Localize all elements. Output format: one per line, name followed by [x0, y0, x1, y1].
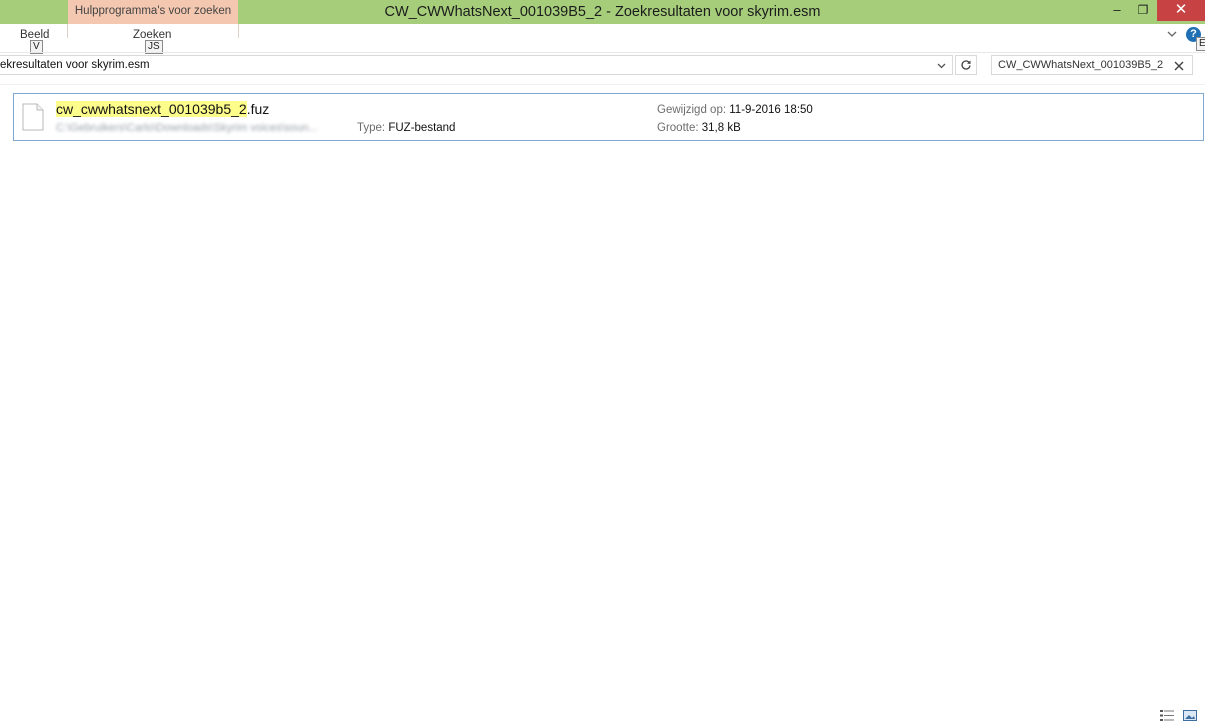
- file-size-label: Grootte:: [657, 122, 699, 134]
- refresh-button[interactable]: [955, 55, 977, 75]
- address-dropdown-icon[interactable]: [937, 61, 946, 72]
- details-view-icon[interactable]: [1160, 710, 1174, 721]
- clear-search-icon[interactable]: [1174, 57, 1184, 74]
- file-icon: [22, 103, 44, 131]
- context-divider-right: [238, 24, 239, 38]
- file-type-label: Type:: [357, 122, 386, 134]
- restore-button[interactable]: ❐: [1132, 0, 1154, 21]
- search-box[interactable]: CW_CWWhatsNext_001039B5_2: [991, 55, 1193, 75]
- file-modified: Gewijzigd op: 11-9-2016 18:50: [657, 104, 813, 116]
- address-bar[interactable]: ekresultaten voor skyrim.esm: [0, 55, 953, 75]
- address-path: ekresultaten voor skyrim.esm: [0, 59, 150, 71]
- ribbon-expand-chevron-icon[interactable]: [1166, 28, 1178, 40]
- context-divider-left: [67, 24, 68, 38]
- large-icons-view-icon[interactable]: [1183, 710, 1197, 721]
- file-size-value: 31,8 kB: [701, 122, 741, 134]
- header-separator: [0, 84, 1205, 85]
- file-size: Grootte: 31,8 kB: [657, 122, 741, 134]
- refresh-icon: [961, 60, 971, 70]
- keytip-expand: E: [1196, 37, 1205, 51]
- search-result-item[interactable]: cw_cwwhatsnext_001039b5_2.fuz C:\Gebruik…: [13, 93, 1204, 141]
- file-modified-label: Gewijzigd op:: [657, 104, 727, 116]
- file-type: Type: FUZ-bestand: [357, 122, 455, 134]
- file-type-value: FUZ-bestand: [388, 122, 456, 134]
- file-extension: .fuz: [246, 101, 270, 117]
- file-path: C:\Gebruikers\Carlo\Downloads\Skyrim voi…: [56, 122, 318, 134]
- close-button[interactable]: ✕: [1157, 0, 1205, 21]
- minimize-button[interactable]: ‒: [1106, 0, 1128, 21]
- ribbon: [0, 24, 1205, 52]
- file-name-highlight: cw_cwwhatsnext_001039b5_2: [56, 101, 247, 117]
- window-title: CW_CWWhatsNext_001039B5_2 - Zoekresultat…: [384, 4, 821, 20]
- ribbon-separator: [0, 52, 1205, 53]
- search-input[interactable]: CW_CWWhatsNext_001039B5_2: [998, 59, 1163, 71]
- file-name[interactable]: cw_cwwhatsnext_001039b5_2.fuz: [56, 101, 269, 117]
- file-modified-value: 11-9-2016 18:50: [729, 104, 813, 116]
